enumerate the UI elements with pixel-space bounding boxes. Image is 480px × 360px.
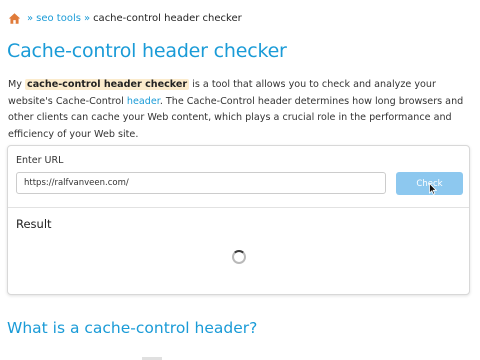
breadcrumb-link-seo-tools[interactable]: seo tools	[36, 13, 81, 24]
intro-prefix: My	[8, 79, 26, 90]
breadcrumb-separator: »	[83, 12, 91, 24]
spinner-icon	[232, 250, 246, 264]
url-label: Enter URL	[16, 155, 64, 166]
intro-highlight: cache-control header checker	[25, 79, 190, 90]
card-divider	[8, 207, 469, 208]
breadcrumb-current: cache-control header checker	[93, 12, 242, 24]
mouse-cursor-icon	[429, 183, 437, 195]
result-heading: Result	[16, 217, 52, 231]
home-icon[interactable]	[8, 12, 21, 25]
checker-card: Enter URL Check Result	[7, 145, 470, 295]
url-input[interactable]	[16, 172, 386, 194]
header-link[interactable]: header	[127, 96, 160, 107]
intro-paragraph: My cache-control header checker is a too…	[8, 77, 466, 143]
section-heading: What is a cache-control header?	[7, 319, 258, 337]
page-title: Cache-control header checker	[7, 40, 287, 62]
breadcrumb-separator: »	[27, 12, 34, 24]
breadcrumb: » seo tools » cache-control header check…	[8, 10, 242, 26]
